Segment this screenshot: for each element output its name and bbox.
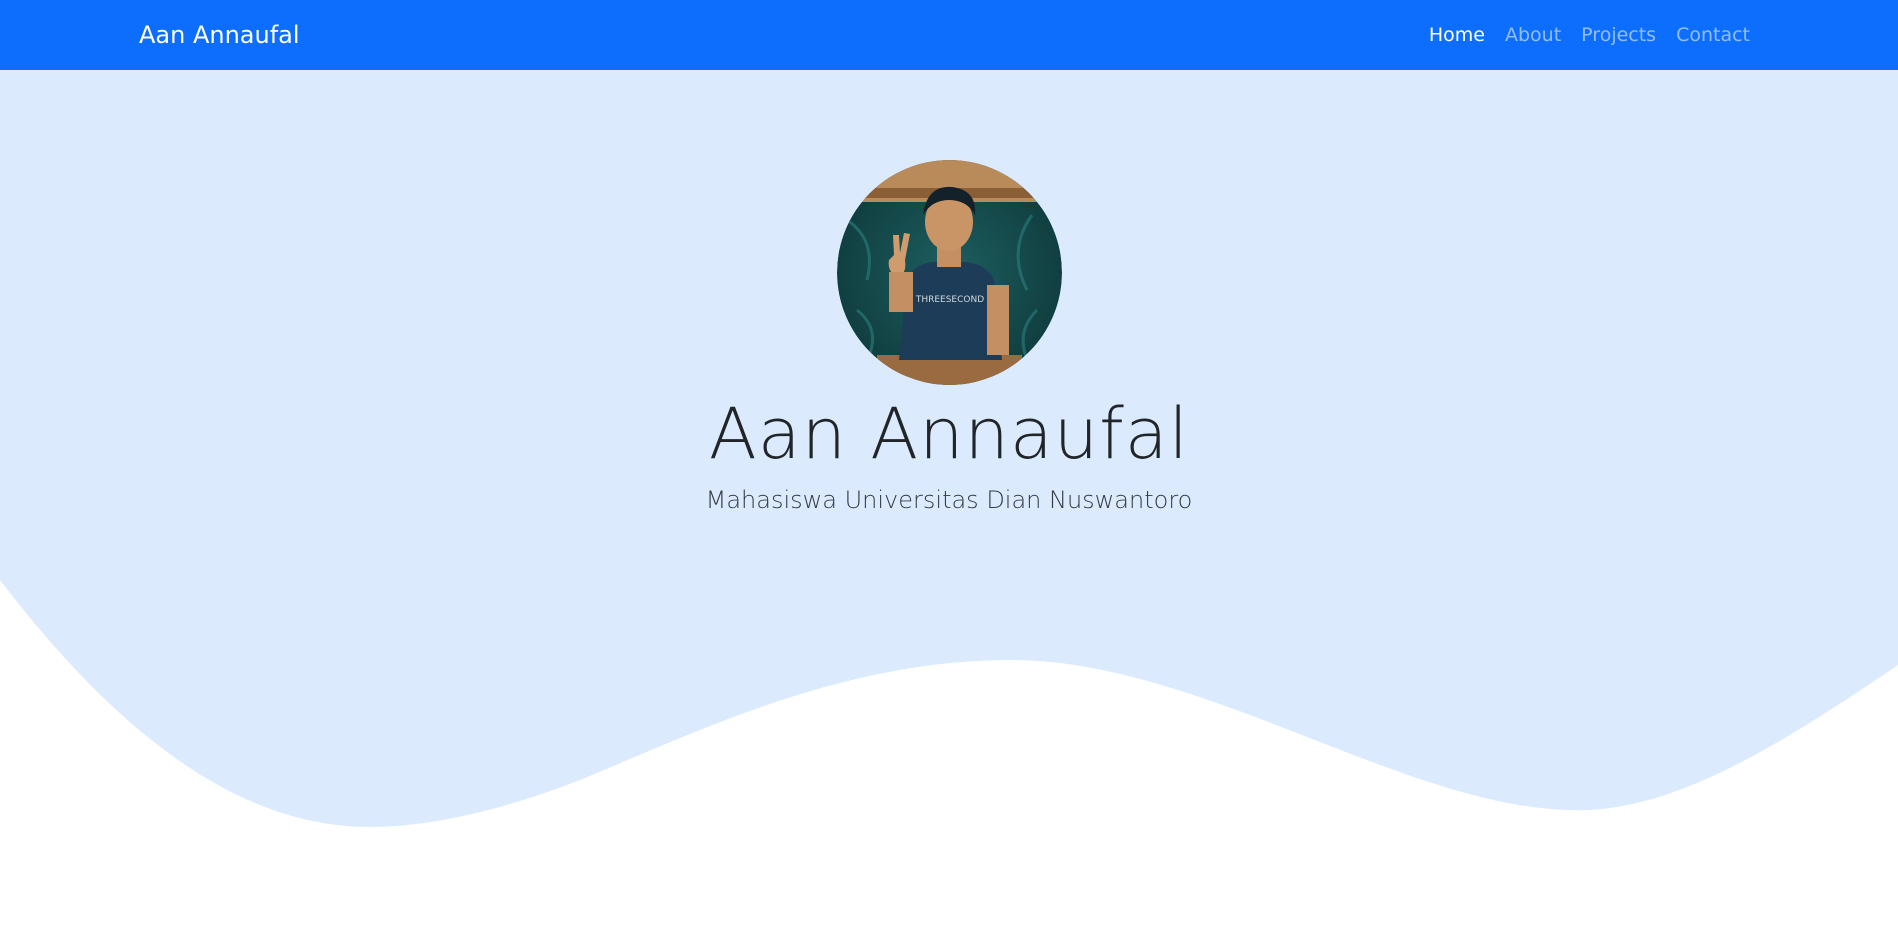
hero-tagline: Mahasiswa Universitas Dian Nuswantoro [705,486,1193,514]
nav-links: Home About Projects Contact [1419,0,1750,70]
navbar-brand[interactable]: Aan Annaufal [139,0,300,70]
avatar: THREESECOND [837,160,1062,385]
nav-link-contact[interactable]: Contact [1666,0,1750,70]
nav-link-about[interactable]: About [1495,0,1571,70]
nav-link-home[interactable]: Home [1419,0,1495,70]
shirt-print: THREESECOND [915,295,984,305]
hero-name: Aan Annaufal [708,393,1190,475]
nav-item-contact: Contact [1666,0,1750,70]
nav-item-about: About [1495,0,1571,70]
nav-item-projects: Projects [1571,0,1666,70]
top-navbar: Aan Annaufal Home About Projects Contact [0,0,1898,70]
nav-item-home: Home [1419,0,1495,70]
nav-link-projects[interactable]: Projects [1571,0,1666,70]
